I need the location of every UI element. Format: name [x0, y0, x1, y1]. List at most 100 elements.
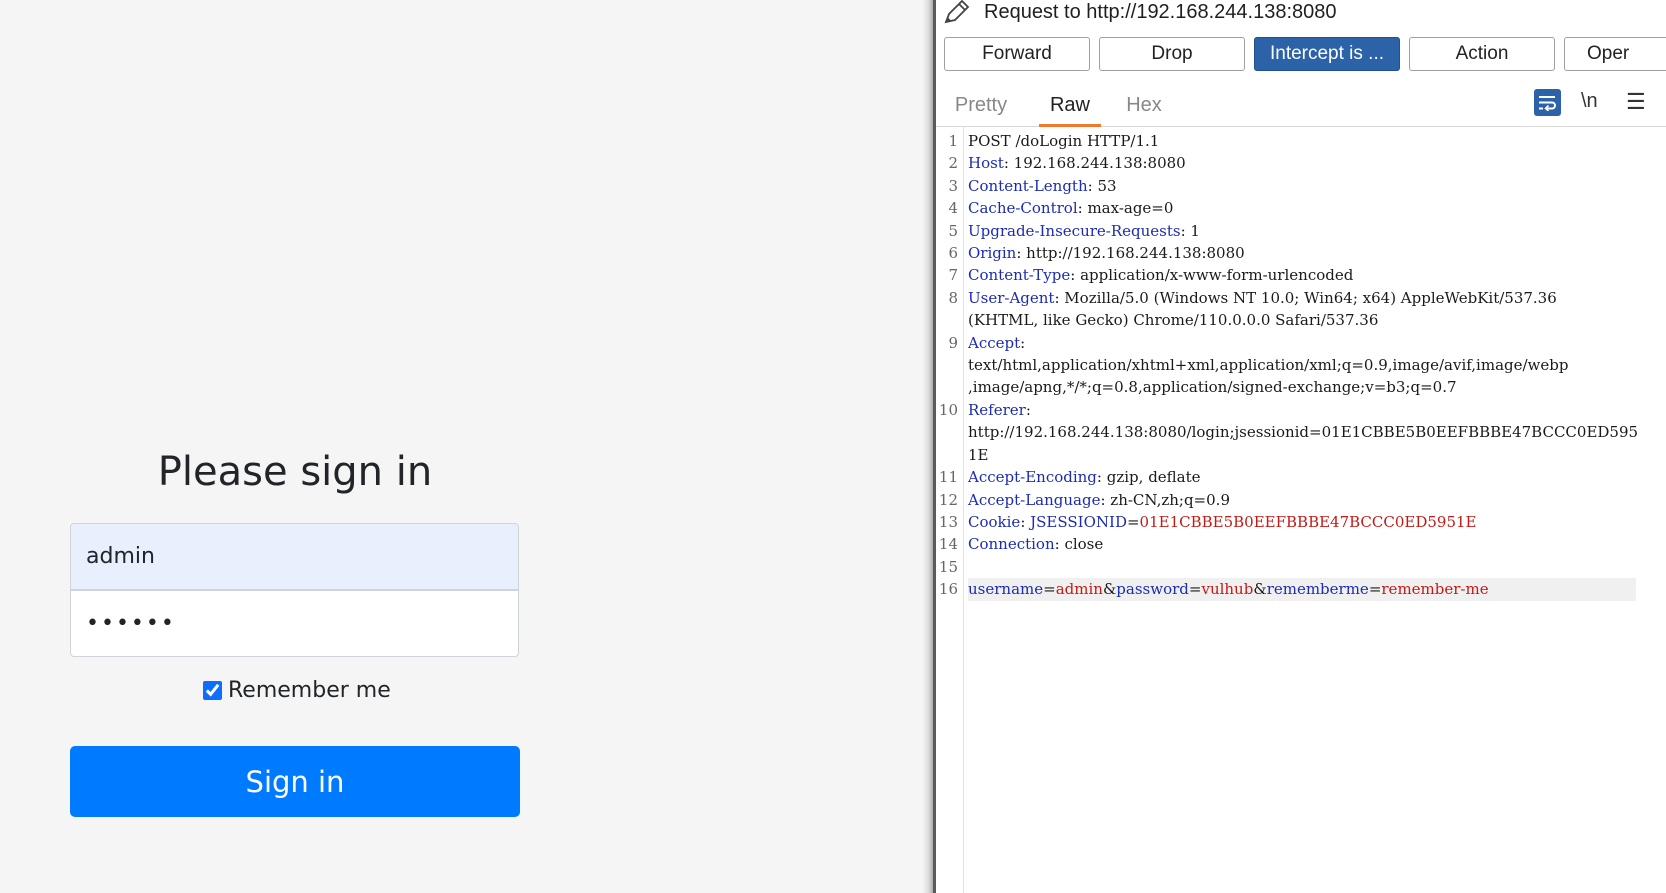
drop-button[interactable]: Drop	[1099, 37, 1245, 71]
param-equals: =	[1188, 580, 1202, 599]
line-content: Cache-Control: max-age=0	[968, 197, 1636, 219]
request-line: http://192.168.244.138:8080/login;jsessi…	[936, 421, 1638, 443]
header-name: Cache-Control	[968, 199, 1078, 218]
line-number: 2	[948, 154, 958, 173]
line-content: Accept:	[968, 332, 1636, 354]
header-colon: :	[1020, 512, 1031, 531]
line-number: 10	[938, 400, 958, 419]
sign-in-button[interactable]: Sign in	[70, 746, 520, 817]
header-value: close	[1059, 535, 1104, 554]
request-lines: 1 POST /doLogin HTTP/1.1 2 Host: 192.168.24…	[936, 130, 1638, 601]
line-number: 6	[948, 244, 958, 263]
line-number	[936, 354, 963, 376]
cookie-equals: =	[1126, 512, 1140, 531]
request-line: 16 username=admin&password=vulhub&remembe…	[936, 578, 1636, 601]
remember-me-label: Remember me	[228, 678, 391, 703]
header-value: application/x-www-form-urlencoded	[1075, 266, 1354, 285]
cookie-value: 01E1CBBE5B0EEFBBBE47BCCC0ED5951E	[1139, 512, 1477, 531]
line-content: Content-Length: 53	[968, 175, 1636, 197]
line-number	[936, 309, 963, 331]
header-name: Accept	[968, 333, 1021, 352]
password-input[interactable]	[70, 590, 519, 657]
remember-me-row[interactable]: Remember me	[203, 678, 391, 703]
remember-me-checkbox[interactable]	[203, 681, 222, 700]
request-line: 8 User-Agent: Mozilla/5.0 (Windows NT 10.…	[936, 287, 1636, 309]
header-value: 53	[1092, 176, 1117, 195]
line-number	[936, 421, 963, 443]
menu-icon[interactable]: ☰	[1626, 89, 1646, 115]
header-name: Connection	[968, 535, 1055, 554]
line-content: Connection: close	[968, 533, 1636, 555]
header-name: User-Agent	[968, 288, 1055, 307]
request-line: 14 Connection: close	[936, 533, 1636, 555]
panel-divider-shadow	[922, 0, 933, 893]
request-editor[interactable]: 1 POST /doLogin HTTP/1.1 2 Host: 192.168.24…	[936, 127, 1666, 893]
line-number: 3	[948, 176, 958, 195]
line-content: http://192.168.244.138:8080/login;jsessi…	[968, 421, 1638, 443]
show-newlines-icon[interactable]: \n	[1581, 90, 1598, 113]
request-line: 12 Accept-Language: zh-CN,zh;q=0.9	[936, 489, 1636, 511]
request-line: 4 Cache-Control: max-age=0	[936, 197, 1636, 219]
request-line: 1E	[936, 444, 1636, 466]
tab-pretty[interactable]: Pretty	[954, 94, 1008, 124]
line-content: Cookie: JSESSIONID=01E1CBBE5B0EEFBBBE47B…	[968, 511, 1636, 533]
request-line: text/html,application/xhtml+xml,applicat…	[936, 354, 1636, 376]
line-number: 4	[948, 199, 958, 218]
tab-raw[interactable]: Raw	[1039, 94, 1101, 127]
header-value: zh-CN,zh;q=0.9	[1105, 490, 1230, 509]
header-value: 192.168.244.138:8080	[1008, 154, 1186, 173]
line-text: http://192.168.244.138:8080/login;jsessi…	[968, 423, 1639, 442]
line-content	[968, 556, 1636, 578]
line-content: text/html,application/xhtml+xml,applicat…	[968, 354, 1636, 376]
request-line: 15	[936, 556, 1636, 578]
param-name: rememberme	[1266, 580, 1369, 599]
line-number: 12	[938, 490, 958, 509]
param-separator: &	[1253, 580, 1267, 599]
header-name: Accept-Encoding	[968, 468, 1097, 487]
header-name: Host	[968, 154, 1004, 173]
param-name: password	[1116, 580, 1189, 599]
line-content: User-Agent: Mozilla/5.0 (Windows NT 10.0…	[968, 287, 1636, 309]
tab-hex[interactable]: Hex	[1124, 94, 1164, 124]
action-button[interactable]: Action	[1409, 37, 1555, 71]
param-value: admin	[1055, 580, 1103, 599]
request-line: 1 POST /doLogin HTTP/1.1	[936, 130, 1636, 152]
request-line: 13 Cookie: JSESSIONID=01E1CBBE5B0EEFBBBE4…	[936, 511, 1636, 533]
forward-button[interactable]: Forward	[944, 37, 1090, 71]
line-number: 15	[938, 557, 958, 576]
param-equals: =	[1368, 580, 1382, 599]
request-line: 9 Accept:	[936, 332, 1636, 354]
line-number	[936, 444, 963, 466]
line-text: POST /doLogin HTTP/1.1	[968, 132, 1160, 150]
line-number: 1	[948, 132, 958, 150]
request-line: 11 Accept-Encoding: gzip, deflate	[936, 466, 1636, 488]
username-input[interactable]	[70, 523, 519, 590]
request-line: 7 Content-Type: application/x-www-form-ur…	[936, 264, 1636, 286]
request-header: Request to http://192.168.244.138:8080	[942, 0, 1337, 24]
header-name: Cookie	[968, 512, 1021, 531]
request-title: Request to http://192.168.244.138:8080	[984, 0, 1337, 23]
request-line: 5 Upgrade-Insecure-Requests: 1	[936, 220, 1636, 242]
line-number: 13	[938, 512, 958, 531]
header-value: http://192.168.244.138:8080	[1021, 244, 1245, 263]
pencil-icon[interactable]	[942, 0, 972, 24]
line-number: 16	[938, 580, 958, 599]
param-equals: =	[1043, 580, 1056, 599]
header-value: Mozilla/5.0 (Windows NT 10.0; Win64; x64…	[1059, 288, 1557, 307]
request-line: 3 Content-Length: 53	[936, 175, 1636, 197]
word-wrap-icon[interactable]	[1534, 89, 1561, 116]
request-line: 10 Referer:	[936, 399, 1636, 421]
param-name: username	[968, 580, 1044, 599]
page-title: Please sign in	[157, 449, 433, 495]
request-line: 6 Origin: http://192.168.244.138:8080	[936, 242, 1636, 264]
param-value: remember-me	[1381, 580, 1489, 599]
open-browser-button[interactable]: Oper	[1564, 37, 1666, 71]
header-value: max-age=0	[1082, 199, 1174, 218]
line-number: 11	[938, 468, 958, 487]
header-colon: :	[1020, 333, 1026, 352]
intercept-toggle-button[interactable]: Intercept is ...	[1254, 37, 1400, 71]
line-content: 1E	[968, 444, 1636, 466]
line-content: username=admin&password=vulhub&rememberm…	[968, 578, 1636, 601]
line-content: Host: 192.168.244.138:8080	[968, 152, 1636, 174]
line-text: 1E	[968, 445, 989, 464]
